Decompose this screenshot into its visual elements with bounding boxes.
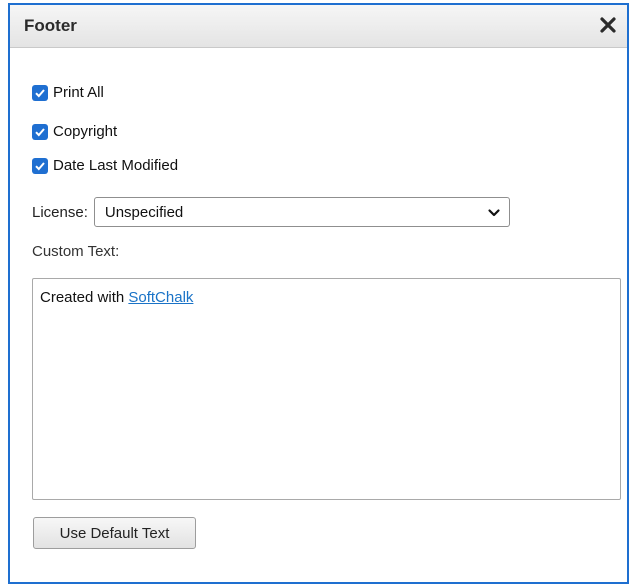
check-icon [35,162,45,171]
softchalk-link[interactable]: SoftChalk [128,289,193,306]
copyright-option[interactable]: Copyright [32,122,117,142]
use-default-text-button[interactable]: Use Default Text [33,517,196,549]
chevron-down-icon [488,209,500,217]
license-row: License: Unspecified [32,197,510,227]
custom-text-editor[interactable]: Created with SoftChalk [32,278,621,500]
dialog-title: Footer [24,16,77,35]
license-select[interactable]: Unspecified [93,197,510,227]
license-label: License: [32,203,88,221]
date-last-modified-checkbox[interactable] [32,158,48,174]
check-icon [35,89,45,98]
custom-text-prefix: Created with [40,289,129,306]
print-all-checkbox[interactable] [32,85,48,101]
dialog-body: Print All Copyright Date Last Modified L… [10,48,627,582]
copyright-checkbox[interactable] [32,124,48,140]
custom-text-label: Custom Text: [32,243,120,260]
copyright-label: Copyright [53,123,118,140]
print-all-label: Print All [53,84,104,101]
license-selected-value: Unspecified [104,203,184,221]
footer-dialog: Footer Print All Copyright Date Last Mod… [8,3,629,584]
close-icon[interactable] [597,14,619,36]
date-last-modified-label: Date Last Modified [53,157,179,174]
date-last-modified-option[interactable]: Date Last Modified [32,156,178,176]
print-all-option[interactable]: Print All [32,83,104,103]
check-icon [35,128,45,137]
dialog-titlebar: Footer [10,5,627,48]
